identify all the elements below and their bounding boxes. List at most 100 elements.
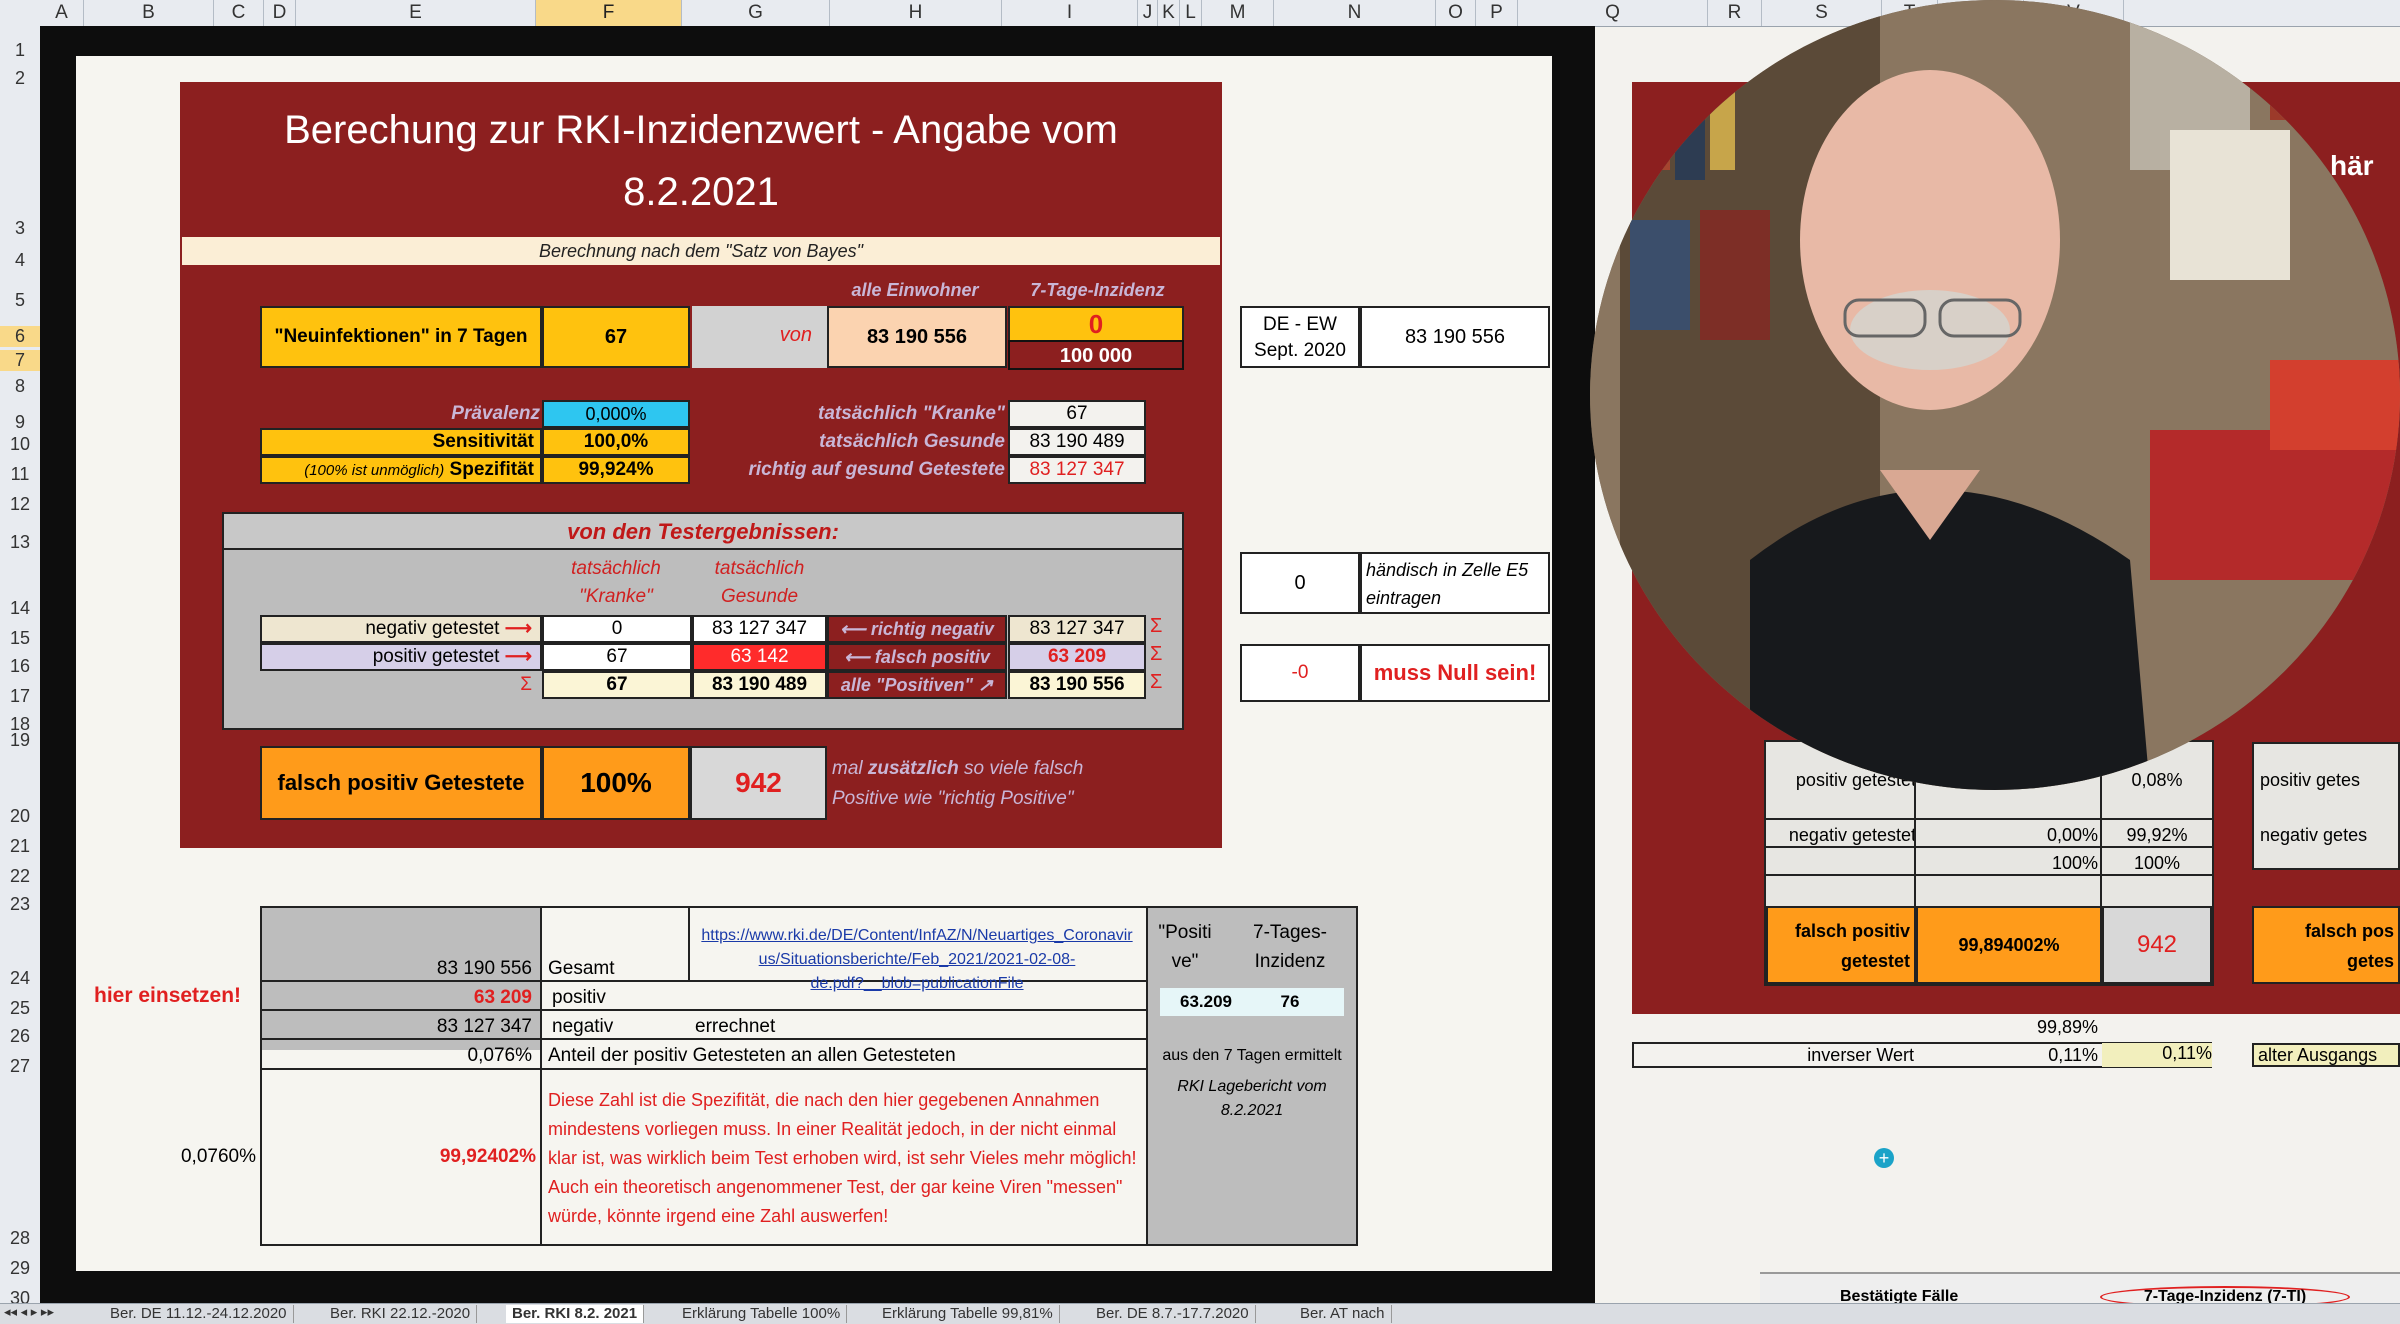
column-header-b[interactable]: B (84, 0, 214, 26)
haendisch-line1: händisch in Zelle E5 (1366, 560, 1529, 580)
richtig-negativ-text: richtig negativ (870, 619, 994, 639)
arrow-up-right-icon: ↗ (973, 675, 994, 695)
column-header-e[interactable]: E (296, 0, 536, 26)
row-header-22[interactable]: 22 (0, 866, 40, 887)
column-header-a[interactable]: A (40, 0, 84, 26)
row-header-15[interactable]: 15 (0, 628, 40, 649)
sheet-tab[interactable]: Ber. RKI 22.12.-2020 (324, 1305, 478, 1323)
sheet-tab[interactable]: Ber. RKI 8.2. 2021 (506, 1305, 645, 1323)
row-header-7[interactable]: 7 (0, 350, 40, 371)
column-header-n[interactable]: N (1274, 0, 1436, 26)
neg-kranke: 0 (542, 615, 692, 643)
row-header-10[interactable]: 10 (0, 434, 40, 455)
page-title-line2: 8.2.2021 (623, 170, 779, 214)
arrow-right-icon: ⟶ (504, 618, 532, 639)
row-header-25[interactable]: 25 (0, 998, 40, 1019)
row-header-29[interactable]: 29 (0, 1258, 40, 1279)
column-header-c[interactable]: C (214, 0, 264, 26)
rki-link[interactable]: https://www.rki.de/DE/Content/InfAZ/N/Ne… (690, 924, 1144, 996)
column-header-h[interactable]: H (830, 0, 1002, 26)
presenter-video (1590, 0, 2400, 790)
kranke-value: 67 (1008, 400, 1146, 428)
column-header-d[interactable]: D (264, 0, 296, 26)
right-fp-label-line3: falsch pos (2304, 921, 2394, 941)
row-divider (262, 1068, 1146, 1070)
fp-percent: 100% (542, 746, 690, 820)
fp-note2: Positive wie "richtig Positive" (832, 788, 1074, 809)
column-header-l[interactable]: L (1180, 0, 1202, 26)
inz-head: 7-Tages- Inzidenz (1230, 918, 1350, 976)
tab-nav-icons[interactable]: ◂◂ ◂ ▸ ▸▸ (4, 1304, 54, 1320)
sheet-tab[interactable]: Ber. DE 11.12.-24.12.2020 (104, 1305, 294, 1323)
row-header-21[interactable]: 21 (0, 836, 40, 857)
row-header-16[interactable]: 16 (0, 656, 40, 677)
row-header-28[interactable]: 28 (0, 1228, 40, 1249)
hier-einsetzen: hier einsetzen! (94, 984, 242, 1007)
row-header-17[interactable]: 17 (0, 686, 40, 707)
row-header-24[interactable]: 24 (0, 968, 40, 989)
column-header-f[interactable]: F (536, 0, 682, 26)
richtig-negativ-label: ⟵ richtig negativ (827, 615, 1007, 643)
right-fp-label-line1: falsch positiv (1794, 921, 1910, 941)
row-header-19[interactable]: 19 (0, 730, 40, 751)
sensitivitaet-value[interactable]: 100,0% (542, 428, 690, 456)
sum-total: 83 190 556 (1008, 671, 1146, 699)
praevalenz-label: Prävalenz (451, 403, 540, 424)
column-header-p[interactable]: P (1476, 0, 1518, 26)
column-header-j[interactable]: J (1138, 0, 1158, 26)
haendisch-value[interactable]: 0 (1240, 552, 1360, 614)
row-header-4[interactable]: 4 (0, 250, 40, 271)
row-header-6[interactable]: 6 (0, 326, 40, 347)
row-header-8[interactable]: 8 (0, 376, 40, 397)
row-header-27[interactable]: 27 (0, 1056, 40, 1077)
column-header-g[interactable]: G (682, 0, 830, 26)
row-header-20[interactable]: 20 (0, 806, 40, 827)
right-neg-label: negativ getestet (1788, 825, 1916, 845)
column-header-m[interactable]: M (1202, 0, 1274, 26)
row-header-3[interactable]: 3 (0, 218, 40, 239)
row-header-2[interactable]: 2 (0, 68, 40, 89)
rki-text: RKI Lagebericht vom 8.2.2021 (1148, 1075, 1356, 1123)
neuinfektionen-label: "Neuinfektionen" in 7 Tagen (260, 306, 542, 368)
sheet-tab[interactable]: Erklärung Tabelle 100% (676, 1305, 848, 1323)
rki-link-line3[interactable]: de.pdf?__blob=publicationFile (810, 975, 1023, 992)
column-header-r[interactable]: R (1708, 0, 1762, 26)
row-header-9[interactable]: 9 (0, 412, 40, 433)
pos-head-line1: "Positi (1158, 922, 1212, 943)
page-title-line1: Berechung zur RKI-Inzidenzwert - Angabe … (284, 108, 1118, 152)
col-gesunde-header: tatsächlich Gesunde (692, 555, 827, 611)
fp-note1-c: so viele falsch (958, 758, 1084, 779)
row-header-23[interactable]: 23 (0, 894, 40, 915)
column-header-q[interactable]: Q (1518, 0, 1708, 26)
haendisch-line2: eintragen (1366, 588, 1442, 608)
row-header-26[interactable]: 26 (0, 1026, 40, 1047)
row-divider (262, 1038, 1146, 1040)
row-header-5[interactable]: 5 (0, 290, 40, 311)
right-neg-b: 99,92% (2126, 825, 2188, 845)
negativ-label: negativ (552, 1016, 614, 1037)
right-fp-label-line2: getestet (1840, 951, 1910, 971)
sheet-tab[interactable]: Erklärung Tabelle 99,81% (876, 1305, 1060, 1323)
row-header-1[interactable]: 1 (0, 40, 40, 61)
right-top-frag: här (2330, 150, 2374, 181)
column-header-i[interactable]: I (1002, 0, 1138, 26)
col-divider (540, 908, 542, 1244)
neuinfektionen-value[interactable]: 67 (542, 306, 690, 368)
row-header-13[interactable]: 13 (0, 532, 40, 553)
rki-link-line2[interactable]: us/Situationsberichte/Feb_2021/2021-02-0… (759, 951, 1076, 968)
sheet-tab[interactable]: Ber. DE 8.7.-17.7.2020 (1090, 1305, 1256, 1323)
col-gesunde-line2: Gesunde (720, 586, 799, 607)
gesunde-label: tatsächlich Gesunde (819, 431, 1005, 452)
rki-link-line1[interactable]: https://www.rki.de/DE/Content/InfAZ/N/Ne… (701, 927, 1132, 944)
column-header-k[interactable]: K (1158, 0, 1180, 26)
alle-positiven-label: alle "Positiven" ↗ (827, 671, 1007, 699)
right-pos-label2: positiv getes (2260, 770, 2361, 790)
column-header-o[interactable]: O (1436, 0, 1476, 26)
fp-note1-b: zusätzlich (867, 758, 959, 779)
sheet-tab[interactable]: Ber. AT nach (1294, 1305, 1392, 1323)
row-header-11[interactable]: 11 (0, 464, 40, 485)
col-kranke-header: tatsächlich "Kranke" (542, 555, 690, 611)
row-header-14[interactable]: 14 (0, 598, 40, 619)
errechnet-label: errechnet (695, 1016, 776, 1037)
row-header-12[interactable]: 12 (0, 494, 40, 515)
